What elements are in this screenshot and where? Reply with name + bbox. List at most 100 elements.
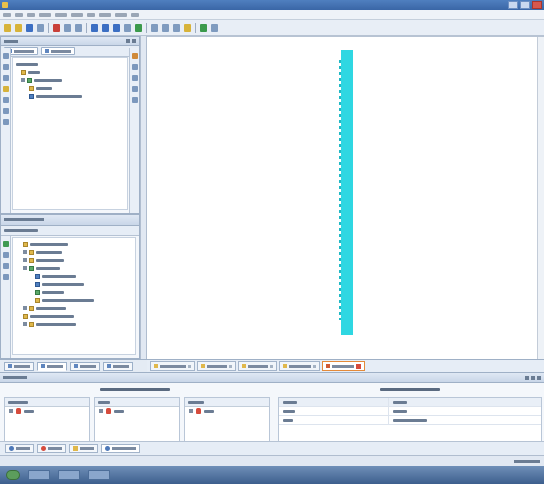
menu-item-8[interactable] — [99, 12, 111, 17]
close-icon[interactable] — [270, 364, 273, 368]
process-configure-target-device[interactable] — [23, 321, 76, 327]
zoom-in-icon[interactable] — [91, 23, 98, 32]
tab-start[interactable] — [4, 361, 34, 371]
undo-icon[interactable] — [64, 23, 71, 32]
process-synthesize[interactable] — [23, 265, 60, 271]
instance-row[interactable] — [5, 407, 89, 415]
add-source-icon[interactable] — [2, 53, 9, 59]
tab-errors[interactable] — [37, 444, 66, 453]
close-icon[interactable] — [229, 364, 232, 368]
add-symbol-icon[interactable] — [184, 23, 191, 32]
menu-item-4[interactable] — [39, 12, 51, 17]
taskbar-app-3[interactable] — [88, 470, 110, 480]
view-tab-simulation[interactable] — [41, 47, 75, 55]
canvas-vertical-scrollbar[interactable] — [537, 37, 544, 359]
process-design-summary[interactable] — [23, 241, 68, 247]
find-icon[interactable] — [2, 97, 9, 103]
hierarchy-icon[interactable] — [131, 53, 138, 59]
process-view-technology-schematic[interactable] — [35, 281, 84, 287]
bus-icon[interactable] — [162, 23, 169, 32]
library-icon[interactable] — [131, 64, 138, 70]
redo-icon[interactable] — [75, 23, 82, 32]
tree-row-device[interactable] — [21, 77, 62, 83]
panel-float-icon[interactable] — [126, 39, 130, 43]
menu-item-7[interactable] — [87, 12, 95, 17]
title-bar — [0, 0, 544, 10]
tab-console[interactable] — [5, 444, 34, 453]
tab-view-by-category[interactable] — [101, 444, 140, 453]
close-icon[interactable] — [356, 363, 361, 369]
tab-design[interactable] — [37, 361, 67, 371]
menu-item-3[interactable] — [27, 12, 35, 17]
panel-maximize-icon[interactable] — [531, 376, 535, 380]
delete-icon[interactable] — [53, 23, 60, 32]
process-design-utilities[interactable] — [23, 249, 62, 255]
zoom-out-icon[interactable] — [102, 23, 109, 32]
run-icon[interactable] — [2, 241, 9, 247]
check-icon[interactable] — [200, 23, 207, 32]
save-icon[interactable] — [26, 23, 33, 32]
doc-tab-2[interactable] — [197, 361, 236, 371]
collapse-icon[interactable] — [2, 119, 9, 125]
tab-warnings[interactable] — [69, 444, 98, 453]
menu-item-5[interactable] — [55, 12, 67, 17]
process-generate-simulation-model[interactable] — [35, 297, 94, 303]
open-folder-icon[interactable] — [15, 23, 22, 32]
taskbar-app-1[interactable] — [28, 470, 50, 480]
start-button[interactable] — [6, 470, 20, 480]
tree-row-hierarchy[interactable] — [16, 61, 38, 67]
signal-row[interactable] — [185, 407, 269, 415]
menu-item-2[interactable] — [15, 12, 23, 17]
tree-row-project[interactable] — [21, 69, 40, 75]
stop-icon[interactable] — [2, 263, 9, 269]
zoom-fit-icon[interactable] — [113, 23, 120, 32]
close-icon[interactable] — [188, 364, 191, 368]
process-properties-icon[interactable] — [2, 274, 9, 280]
remove-icon[interactable] — [2, 75, 9, 81]
process-implement-design[interactable] — [23, 305, 66, 311]
process-view-rtl-schematic[interactable] — [35, 273, 76, 279]
panel-close-icon[interactable] — [537, 376, 541, 380]
net-name-icon[interactable] — [173, 23, 180, 32]
menu-item-6[interactable] — [71, 12, 83, 17]
new-file-icon[interactable] — [4, 23, 11, 32]
close-icon[interactable] — [313, 364, 316, 368]
doc-tab-4[interactable] — [279, 361, 320, 371]
schematic-block[interactable] — [341, 50, 353, 335]
wire-icon[interactable] — [151, 23, 158, 32]
pin-row[interactable] — [95, 407, 179, 415]
menu-item-9[interactable] — [115, 12, 127, 17]
print-icon[interactable] — [37, 23, 44, 32]
menu-item-10[interactable] — [131, 12, 139, 17]
process-generate-programming-file[interactable] — [23, 313, 74, 319]
property-row[interactable] — [279, 415, 541, 425]
add-copy-icon[interactable] — [2, 64, 9, 70]
process-check-syntax[interactable] — [35, 289, 64, 295]
sort-icon[interactable] — [131, 75, 138, 81]
rerun-icon[interactable] — [2, 252, 9, 258]
pan-icon[interactable] — [124, 23, 131, 32]
process-user-constraints[interactable] — [23, 257, 64, 263]
help-icon[interactable] — [211, 23, 218, 32]
doc-tab-design-summary[interactable] — [150, 361, 195, 371]
menu-item-1[interactable] — [3, 12, 11, 17]
panel-close-icon[interactable] — [132, 39, 136, 43]
tab-libraries[interactable] — [103, 361, 133, 371]
filter-icon[interactable] — [131, 86, 138, 92]
minimize-button[interactable] — [508, 1, 518, 9]
properties-icon[interactable] — [2, 86, 9, 92]
doc-tab-3[interactable] — [238, 361, 277, 371]
close-button[interactable] — [532, 1, 542, 9]
refresh-icon[interactable] — [131, 97, 138, 103]
expand-icon[interactable] — [2, 108, 9, 114]
implement-icon[interactable] — [135, 23, 142, 32]
tree-row-source-file[interactable] — [29, 85, 52, 91]
maximize-button[interactable] — [520, 1, 530, 9]
panel-float-icon[interactable] — [525, 376, 529, 380]
taskbar-app-2[interactable] — [58, 470, 80, 480]
tab-files[interactable] — [70, 361, 100, 371]
doc-tab-schematic[interactable] — [322, 361, 365, 371]
panel-splitter[interactable] — [140, 36, 147, 359]
tree-row-top-module[interactable] — [29, 93, 82, 99]
pin-icon — [106, 408, 111, 414]
